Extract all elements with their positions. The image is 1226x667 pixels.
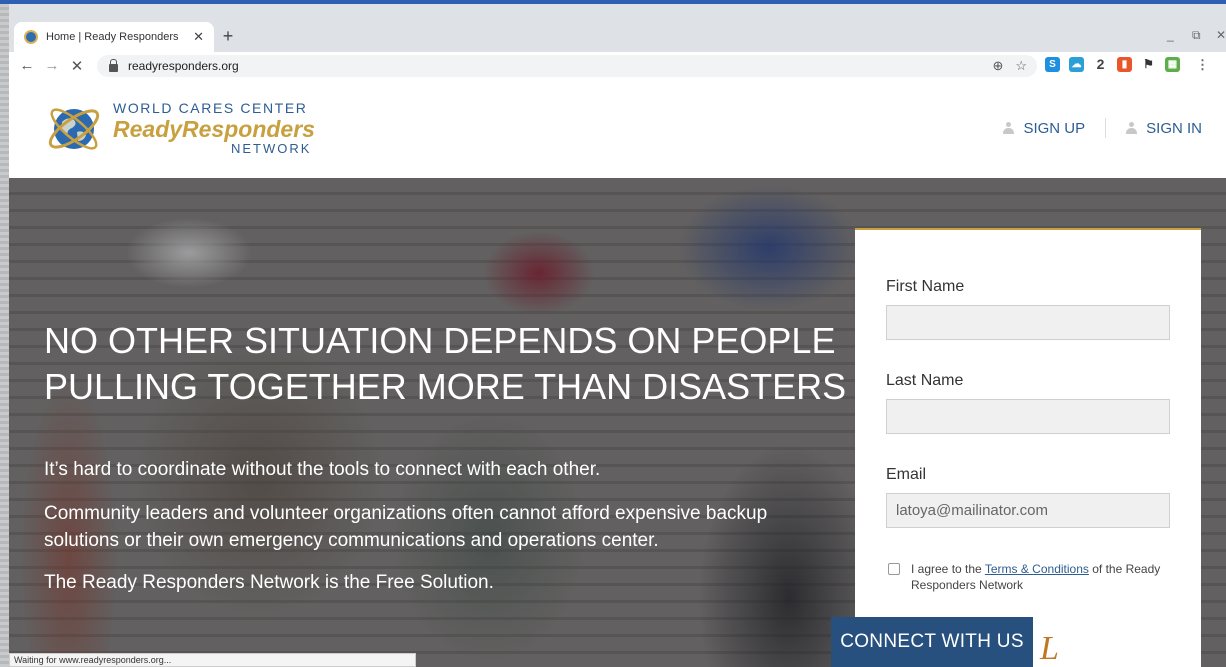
terms-prefix: I agree to the bbox=[911, 562, 985, 576]
first-name-label: First Name bbox=[886, 278, 965, 295]
sign-in-label: SIGN IN bbox=[1146, 119, 1202, 137]
address-bar[interactable]: readyresponders.org ⊕ ☆ bbox=[97, 55, 1037, 77]
browser-status-bar: Waiting for www.readyresponders.org... bbox=[9, 653, 416, 667]
headline-line-2: PULLING TOGETHER MORE THAN DISASTERS bbox=[44, 366, 847, 407]
user-icon bbox=[1003, 122, 1015, 134]
terms-conditions-link[interactable]: Terms & Conditions bbox=[985, 562, 1089, 576]
globe-logo-icon bbox=[48, 108, 100, 150]
sign-up-label: SIGN UP bbox=[1023, 119, 1086, 137]
stop-loading-icon[interactable]: ✕ bbox=[67, 57, 87, 75]
logo-network: NETWORK bbox=[231, 141, 312, 156]
menu-kebab-icon[interactable]: ⋮ bbox=[1195, 57, 1210, 72]
partial-decorative-glyph: L bbox=[1040, 630, 1059, 667]
calendar-extension-icon[interactable]: ▦ bbox=[1165, 57, 1180, 72]
minimize-button[interactable]: _ bbox=[1167, 28, 1174, 42]
email-label: Email bbox=[886, 466, 927, 483]
url-text: readyresponders.org bbox=[128, 59, 239, 73]
user-icon bbox=[1126, 122, 1138, 134]
close-tab-icon[interactable]: ✕ bbox=[193, 29, 204, 45]
extension-badge[interactable]: 2 bbox=[1093, 57, 1108, 72]
hero-paragraph-1: It’s hard to coordinate without the tool… bbox=[44, 459, 601, 480]
terms-agreement: I agree to the Terms & Conditions of the… bbox=[888, 561, 1178, 593]
browser-toolbar: ← → ✕ readyresponders.org ⊕ ☆ S ☁ 2 ▮ ⚑ … bbox=[9, 52, 1226, 80]
headline-line-1: NO OTHER SITUATION DEPENDS ON PEOPLE bbox=[44, 320, 836, 361]
hero-paragraph-3: The Ready Responders Network is the Free… bbox=[44, 572, 494, 593]
sign-in-link[interactable]: SIGN IN bbox=[1126, 120, 1202, 137]
site-logo[interactable]: WORLD CARES CENTER ReadyResponders NETWO… bbox=[45, 94, 315, 164]
last-name-field[interactable] bbox=[886, 399, 1170, 434]
cloud-extension-icon[interactable]: ☁ bbox=[1069, 57, 1084, 72]
hero-paragraph-2: Community leaders and volunteer organiza… bbox=[44, 503, 768, 551]
connect-with-us-button[interactable]: CONNECT WITH US bbox=[831, 617, 1033, 667]
signup-form: First Name Last Name Email I agree to th… bbox=[855, 228, 1201, 667]
auth-divider bbox=[1105, 118, 1107, 138]
back-arrow-icon[interactable]: ← bbox=[17, 57, 37, 74]
sign-up-link[interactable]: SIGN UP bbox=[1003, 120, 1085, 137]
red-extension-icon[interactable]: ▮ bbox=[1117, 57, 1132, 72]
globe-favicon-icon bbox=[24, 30, 38, 44]
browser-chrome: Home | Ready Responders ✕ + _ ⧉ ✕ ← → ✕ … bbox=[9, 4, 1226, 80]
logo-ready-responders: ReadyResponders bbox=[113, 116, 315, 142]
tab-bar: Home | Ready Responders ✕ + _ ⧉ ✕ bbox=[9, 22, 1226, 52]
restore-button[interactable]: ⧉ bbox=[1192, 28, 1201, 43]
window-close-button[interactable]: ✕ bbox=[1216, 28, 1226, 42]
new-tab-button[interactable]: + bbox=[217, 26, 239, 47]
lock-icon bbox=[109, 58, 118, 72]
zoom-icon[interactable]: ⊕ bbox=[992, 58, 1003, 74]
tab-home[interactable]: Home | Ready Responders ✕ bbox=[14, 22, 214, 52]
email-field[interactable] bbox=[886, 493, 1170, 528]
hero-headline: NO OTHER SITUATION DEPENDS ON PEOPLE PUL… bbox=[44, 318, 864, 410]
terms-checkbox[interactable] bbox=[888, 563, 900, 575]
tab-title: Home | Ready Responders bbox=[46, 31, 179, 43]
bookmark-star-icon[interactable]: ☆ bbox=[1015, 58, 1027, 74]
auth-links: SIGN UP SIGN IN bbox=[1003, 118, 1202, 138]
skype-extension-icon[interactable]: S bbox=[1045, 57, 1060, 72]
terms-text: I agree to the Terms & Conditions of the… bbox=[911, 561, 1178, 593]
logo-world-cares-center: WORLD CARES CENTER bbox=[113, 100, 308, 116]
site-header: WORLD CARES CENTER ReadyResponders NETWO… bbox=[9, 78, 1226, 178]
last-name-label: Last Name bbox=[886, 372, 964, 389]
window-left-edge bbox=[0, 4, 9, 667]
forward-arrow-icon[interactable]: → bbox=[42, 57, 62, 74]
first-name-field[interactable] bbox=[886, 305, 1170, 340]
flag-extension-icon[interactable]: ⚑ bbox=[1141, 57, 1156, 72]
